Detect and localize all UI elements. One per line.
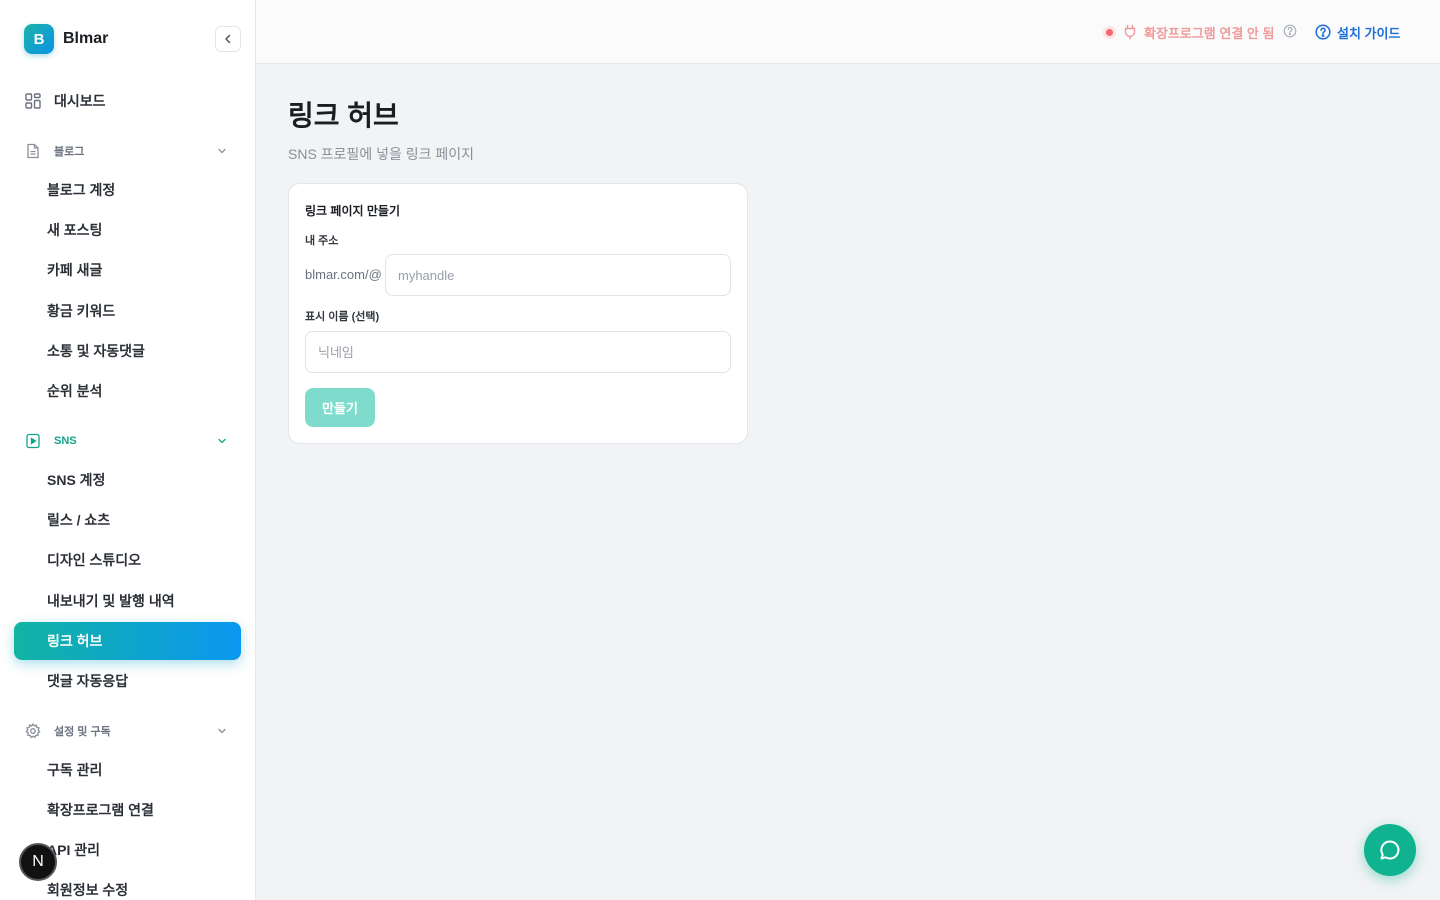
nav-dashboard-label: 대시보드 [54, 93, 106, 109]
page-subtitle: SNS 프로필에 넣을 링크 페이지 [288, 146, 475, 162]
sidebar-item-design-studio[interactable]: 디자인 스튜디오 [14, 541, 241, 579]
play-square-icon [26, 433, 40, 449]
section-settings[interactable]: 설정 및 구독 [24, 721, 232, 741]
extension-status-text: 확장프로그램 연결 안 됨 [1144, 25, 1275, 41]
display-name-input[interactable] [305, 331, 731, 373]
status-dot-icon [1106, 28, 1113, 36]
sidebar-item-extension-connect[interactable]: 확장프로그램 연결 [14, 791, 241, 829]
handle-input[interactable] [385, 254, 731, 296]
dashboard-grid-icon [25, 93, 41, 109]
sidebar-item-comment-auto-reply[interactable]: 댓글 자동응답 [14, 662, 241, 700]
sidebar-item-sns-account[interactable]: SNS 계정 [14, 461, 241, 499]
chevron-down-icon [218, 438, 226, 444]
create-link-page-card: 링크 페이지 만들기 내 주소 blmar.com/@ 표시 이름 (선택) 만… [288, 183, 748, 444]
nav-dashboard[interactable]: 대시보드 [24, 90, 106, 112]
document-icon [27, 143, 39, 159]
card-title: 링크 페이지 만들기 [305, 204, 400, 218]
sidebar: B Blmar 대시보드 블로그 블로그 계정 새 포스팅 카페 새글 황금 키… [0, 0, 256, 900]
page-title: 링크 허브 [288, 100, 399, 131]
sidebar-item-subscription[interactable]: 구독 관리 [14, 751, 241, 789]
extension-status[interactable]: 확장프로그램 연결 안 됨 [1106, 22, 1274, 42]
help-circle-icon[interactable] [1283, 24, 1297, 38]
install-guide-label: 설치 가이드 [1337, 25, 1401, 41]
chat-support-button[interactable] [1364, 824, 1416, 876]
section-blog-label: 블로그 [54, 146, 85, 158]
display-name-label: 표시 이름 (선택) [305, 311, 380, 323]
sidebar-item-blog-account[interactable]: 블로그 계정 [14, 171, 241, 209]
chevron-down-icon [218, 728, 226, 734]
collapse-sidebar-button[interactable] [215, 26, 241, 52]
sidebar-item-export-history[interactable]: 내보내기 및 발행 내역 [14, 582, 241, 620]
chevron-down-icon [218, 148, 226, 154]
gear-icon [25, 722, 41, 739]
address-prefix: blmar.com/@ [305, 267, 382, 282]
brand[interactable]: B Blmar [24, 24, 108, 54]
address-label: 내 주소 [305, 235, 339, 247]
brand-name: Blmar [63, 30, 109, 47]
section-blog[interactable]: 블로그 [24, 141, 232, 161]
sidebar-item-reels-shorts[interactable]: 릴스 / 쇼츠 [14, 501, 241, 539]
topbar: 확장프로그램 연결 안 됨 설치 가이드 [256, 0, 1440, 64]
help-circle-icon [1315, 24, 1331, 40]
sidebar-item-rank-analysis[interactable]: 순위 분석 [14, 372, 241, 410]
section-settings-label: 설정 및 구독 [54, 726, 111, 738]
section-sns-label: SNS [54, 435, 77, 447]
brand-logo: B [24, 24, 54, 54]
chevron-left-icon [225, 34, 231, 44]
plug-icon [1123, 24, 1137, 40]
install-guide-link[interactable]: 설치 가이드 [1315, 22, 1400, 42]
section-sns[interactable]: SNS [24, 431, 232, 451]
sidebar-item-link-hub[interactable]: 링크 허브 [14, 622, 241, 660]
sidebar-item-cafe-new-post[interactable]: 카페 새글 [14, 251, 241, 289]
create-button[interactable]: 만들기 [305, 388, 375, 427]
sidebar-item-new-posting[interactable]: 새 포스팅 [14, 211, 241, 249]
sidebar-item-auto-comment[interactable]: 소통 및 자동댓글 [14, 332, 241, 370]
dev-tools-badge[interactable]: N [19, 843, 57, 881]
sidebar-item-golden-keyword[interactable]: 황금 키워드 [14, 292, 241, 330]
chat-bubble-icon [1380, 840, 1400, 860]
